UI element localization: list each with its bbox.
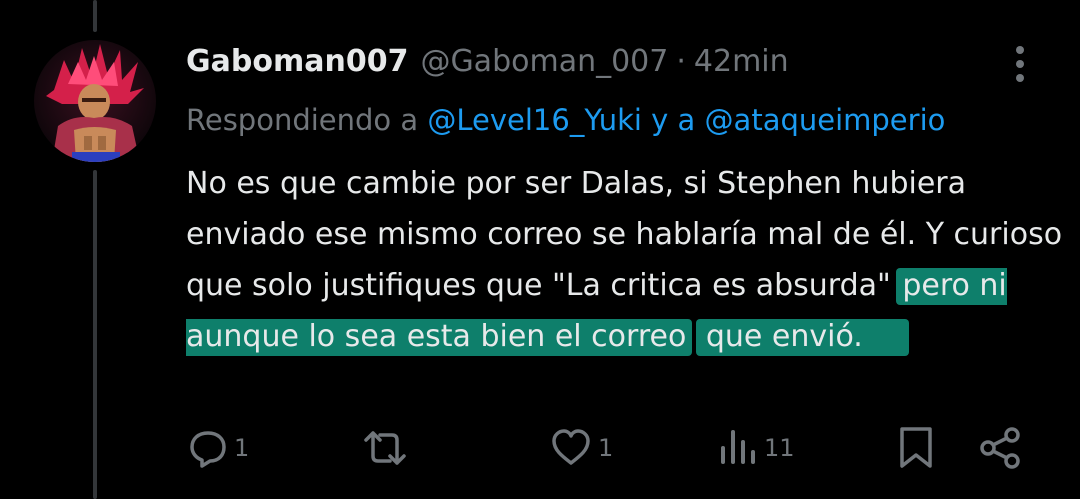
reply-count: 1: [234, 434, 250, 462]
user-handle[interactable]: @Gaboman_007: [420, 44, 668, 79]
retweet-icon: [364, 431, 406, 465]
avatar-image: [34, 40, 156, 162]
like-button[interactable]: 1: [550, 420, 613, 476]
timestamp[interactable]: 42min: [694, 44, 789, 79]
reply-button[interactable]: 1: [188, 420, 249, 476]
replying-to-label: Respondiendo a: [186, 103, 419, 137]
mention-link-2[interactable]: @ataqueimperio: [705, 103, 946, 137]
separator-dot: ·: [676, 44, 686, 79]
more-vertical-icon: [1016, 46, 1024, 82]
display-name[interactable]: Gaboman007: [186, 44, 408, 79]
view-count: 11: [764, 434, 795, 462]
tweet-header: Gaboman007 @Gaboman_007 · 42min: [186, 40, 789, 84]
like-icon: [552, 429, 590, 465]
share-button[interactable]: [978, 420, 1022, 476]
views-button[interactable]: 11: [718, 420, 795, 476]
reply-icon: [190, 431, 226, 468]
action-bar: 1 1 11: [0, 420, 1080, 476]
views-icon: [721, 430, 755, 464]
bookmark-icon: [900, 427, 932, 468]
like-count: 1: [598, 434, 614, 462]
more-options-button[interactable]: [1000, 44, 1040, 84]
thread-line-top: [93, 0, 97, 32]
share-icon: [980, 427, 1020, 469]
bookmark-button[interactable]: [898, 420, 934, 476]
replying-to: Respondiendo a @Level16_Yuki y a @ataque…: [186, 98, 945, 142]
avatar[interactable]: [34, 40, 156, 162]
tweet-reply-card: Gaboman007 @Gaboman_007 · 42min Respondiend…: [0, 0, 1080, 499]
tweet-text: No es que cambie por ser Dalas, si Steph…: [186, 158, 1066, 362]
replying-to-conjunction: y a: [651, 103, 696, 137]
highlighted-text-2: que envió.: [695, 319, 909, 356]
mention-link-1[interactable]: @Level16_Yuki: [427, 103, 642, 137]
retweet-button[interactable]: [360, 420, 416, 476]
